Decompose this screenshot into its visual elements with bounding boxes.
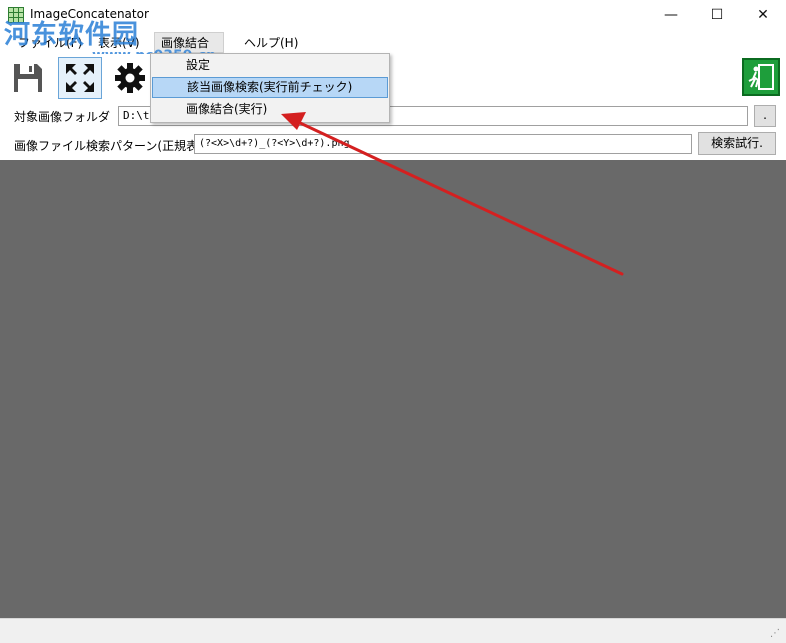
watermark-logo: 河东软件园 bbox=[4, 20, 140, 50]
pattern-input[interactable]: (?<X>\d+?)_(?<Y>\d+?).png bbox=[194, 134, 692, 154]
settings-button[interactable] bbox=[108, 57, 152, 99]
status-bar bbox=[0, 618, 786, 643]
save-button[interactable] bbox=[6, 57, 50, 99]
folder-label: 対象画像フォルダ bbox=[14, 110, 111, 124]
close-button[interactable]: ✕ bbox=[740, 0, 786, 30]
save-icon bbox=[14, 64, 42, 92]
fullscreen-icon bbox=[66, 64, 94, 92]
dropdown-item-combine-execute[interactable]: 画像結合(実行) bbox=[152, 99, 388, 120]
maximize-button[interactable]: ☐ bbox=[694, 0, 740, 30]
dropdown-item-search-check[interactable]: 該当画像検索(実行前チェック) bbox=[152, 77, 388, 98]
minimize-button[interactable]: — bbox=[648, 0, 694, 30]
gear-icon bbox=[115, 63, 145, 93]
image-preview-area[interactable] bbox=[0, 160, 786, 618]
browse-button[interactable]: . bbox=[754, 105, 776, 127]
resize-grip-icon[interactable]: ⋰ bbox=[770, 628, 780, 639]
menu-help[interactable]: ヘルプ(H) bbox=[238, 33, 304, 53]
exit-icon bbox=[748, 64, 774, 90]
fullscreen-button[interactable] bbox=[58, 57, 102, 99]
pattern-label: 画像ファイル検索パターン(正規表 bbox=[14, 139, 199, 153]
search-test-button[interactable]: 検索試行. bbox=[698, 132, 776, 155]
exit-button[interactable] bbox=[742, 58, 780, 96]
dropdown-item-settings[interactable]: 設定 bbox=[152, 55, 388, 76]
